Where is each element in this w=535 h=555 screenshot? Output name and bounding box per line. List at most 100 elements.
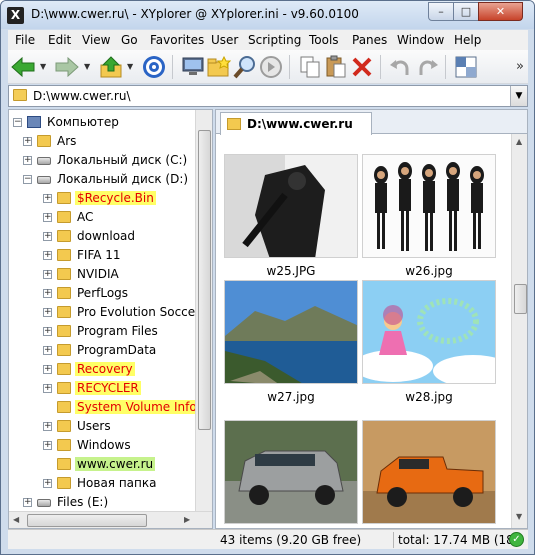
tree-item-label: Локальный диск (D:) bbox=[57, 172, 189, 186]
expand-icon[interactable]: + bbox=[43, 346, 52, 355]
expand-icon[interactable]: + bbox=[43, 194, 52, 203]
list-scroll-thumb[interactable] bbox=[514, 284, 527, 314]
expand-icon[interactable]: + bbox=[43, 232, 52, 241]
collapse-icon[interactable]: − bbox=[13, 118, 22, 127]
back-arrow-icon[interactable] bbox=[10, 54, 36, 80]
menu-window[interactable]: Window bbox=[397, 33, 444, 47]
tree-item[interactable]: www.cwer.ru bbox=[9, 455, 199, 474]
tree-item[interactable]: + download bbox=[9, 227, 199, 246]
expand-icon[interactable]: + bbox=[23, 498, 32, 507]
tree-item[interactable]: + PerfLogs bbox=[9, 284, 199, 303]
new-folder-icon[interactable] bbox=[206, 54, 232, 80]
file-thumbnail[interactable] bbox=[224, 420, 358, 528]
expand-icon[interactable]: + bbox=[43, 327, 52, 336]
tree-item[interactable]: + NVIDIA bbox=[9, 265, 199, 284]
expand-icon[interactable]: + bbox=[23, 156, 32, 165]
menu-panes[interactable]: Panes bbox=[352, 33, 387, 47]
menu-go[interactable]: Go bbox=[121, 33, 138, 47]
tree-item[interactable]: − Компьютер bbox=[9, 113, 199, 132]
tree-item[interactable]: + AC bbox=[9, 208, 199, 227]
tree-item[interactable]: + Program Files bbox=[9, 322, 199, 341]
folder-icon bbox=[57, 230, 71, 242]
tree-item[interactable]: + ProgramData bbox=[9, 341, 199, 360]
folder-tree[interactable]: − Компьютер + Ars + Локальный диск (C:) − Локал… bbox=[8, 109, 213, 529]
menu-tools[interactable]: Tools bbox=[309, 33, 339, 47]
file-thumbnail[interactable]: w26.jpg bbox=[362, 154, 496, 282]
tree-scroll-thumb[interactable] bbox=[198, 130, 211, 430]
tree-item[interactable]: + Files (E:) bbox=[9, 493, 199, 512]
search-icon[interactable] bbox=[232, 54, 258, 80]
expand-icon[interactable]: + bbox=[43, 308, 52, 317]
up-dropdown-icon[interactable]: ▼ bbox=[127, 62, 133, 71]
tree-item[interactable]: + Локальный диск (C:) bbox=[9, 151, 199, 170]
refresh-icon[interactable] bbox=[258, 54, 284, 80]
forward-arrow-icon[interactable] bbox=[54, 54, 80, 80]
collapse-icon[interactable]: − bbox=[23, 175, 32, 184]
address-bar[interactable]: D:\www.cwer.ru\ ▼ bbox=[8, 85, 528, 107]
tree-item[interactable]: + Pro Evolution Soccer 2011 bbox=[9, 303, 212, 322]
paste-icon[interactable] bbox=[323, 54, 349, 80]
expand-icon[interactable]: + bbox=[43, 365, 52, 374]
scroll-up-icon[interactable]: ▲ bbox=[516, 137, 522, 146]
delete-icon[interactable] bbox=[349, 54, 375, 80]
back-dropdown-icon[interactable]: ▼ bbox=[40, 62, 46, 71]
undo-icon[interactable] bbox=[388, 54, 414, 80]
close-button[interactable]: ✕ bbox=[478, 2, 523, 21]
scroll-left-icon[interactable]: ◀ bbox=[13, 515, 19, 524]
list-vertical-scrollbar[interactable]: ▲ ▼ bbox=[511, 134, 527, 528]
toolbar-overflow-icon[interactable]: » bbox=[516, 59, 524, 74]
expand-icon[interactable]: + bbox=[43, 251, 52, 260]
status-item-count: 43 items (9.20 GB free) bbox=[220, 533, 362, 547]
expand-icon[interactable]: + bbox=[23, 137, 32, 146]
menu-view[interactable]: View bbox=[82, 33, 110, 47]
file-thumbnail[interactable]: w27.jpg bbox=[224, 280, 358, 408]
tree-vertical-scrollbar[interactable] bbox=[195, 110, 212, 513]
tree-item[interactable]: + $Recycle.Bin bbox=[9, 189, 199, 208]
tree-item[interactable]: + Ars bbox=[9, 132, 199, 151]
address-dropdown-button[interactable]: ▼ bbox=[510, 86, 527, 106]
minimize-button[interactable]: – bbox=[428, 2, 454, 21]
menu-scripting[interactable]: Scripting bbox=[248, 33, 301, 47]
computer-icon[interactable] bbox=[180, 54, 206, 80]
expand-icon[interactable]: + bbox=[43, 213, 52, 222]
forward-dropdown-icon[interactable]: ▼ bbox=[84, 62, 90, 71]
file-list-pane[interactable]: D:\www.cwer.ru w25.JPG w26.jpg w27.jpg w… bbox=[215, 109, 528, 529]
status-separator bbox=[393, 532, 394, 548]
menu-user[interactable]: User bbox=[211, 33, 238, 47]
expand-icon[interactable]: + bbox=[43, 270, 52, 279]
tree-item[interactable]: − Локальный диск (D:) bbox=[9, 170, 199, 189]
tree-item[interactable]: + Новая папка bbox=[9, 474, 199, 493]
expand-icon[interactable]: + bbox=[43, 422, 52, 431]
tree-item[interactable]: + Windows bbox=[9, 436, 199, 455]
file-thumbnail[interactable] bbox=[362, 420, 496, 528]
status-bar: 43 items (9.20 GB free) total: 17.74 MB … bbox=[8, 529, 528, 549]
address-input[interactable]: D:\www.cwer.ru\ bbox=[33, 89, 131, 103]
expand-icon[interactable]: + bbox=[43, 289, 52, 298]
expand-icon[interactable]: + bbox=[43, 384, 52, 393]
redo-icon[interactable] bbox=[414, 54, 440, 80]
menu-help[interactable]: Help bbox=[454, 33, 481, 47]
tree-item[interactable]: + Users bbox=[9, 417, 199, 436]
tree-item[interactable]: + Recovery bbox=[9, 360, 199, 379]
scroll-down-icon[interactable]: ▼ bbox=[516, 512, 522, 521]
tab-www-cwer-ru[interactable]: D:\www.cwer.ru bbox=[220, 112, 372, 135]
menu-favorites[interactable]: Favorites bbox=[150, 33, 204, 47]
tree-item[interactable]: System Volume Information bbox=[9, 398, 212, 417]
target-icon[interactable] bbox=[141, 54, 167, 80]
maximize-button[interactable]: □ bbox=[453, 2, 479, 21]
tree-item-label: FIFA 11 bbox=[77, 248, 121, 262]
tree-hscroll-thumb[interactable] bbox=[27, 514, 147, 527]
layout-icon[interactable] bbox=[453, 54, 479, 80]
expand-icon[interactable]: + bbox=[43, 479, 52, 488]
expand-icon[interactable]: + bbox=[43, 441, 52, 450]
up-folder-icon[interactable] bbox=[98, 54, 124, 80]
scroll-right-icon[interactable]: ▶ bbox=[184, 515, 190, 524]
copy-icon[interactable] bbox=[297, 54, 323, 80]
tree-horizontal-scrollbar[interactable]: ◀ ▶ bbox=[9, 511, 212, 528]
file-thumbnail[interactable]: w25.JPG bbox=[224, 154, 358, 282]
tree-item[interactable]: + RECYCLER bbox=[9, 379, 199, 398]
tree-item[interactable]: + FIFA 11 bbox=[9, 246, 199, 265]
file-thumbnail[interactable]: w28.jpg bbox=[362, 280, 496, 408]
menu-file[interactable]: File bbox=[15, 33, 35, 47]
menu-edit[interactable]: Edit bbox=[48, 33, 71, 47]
